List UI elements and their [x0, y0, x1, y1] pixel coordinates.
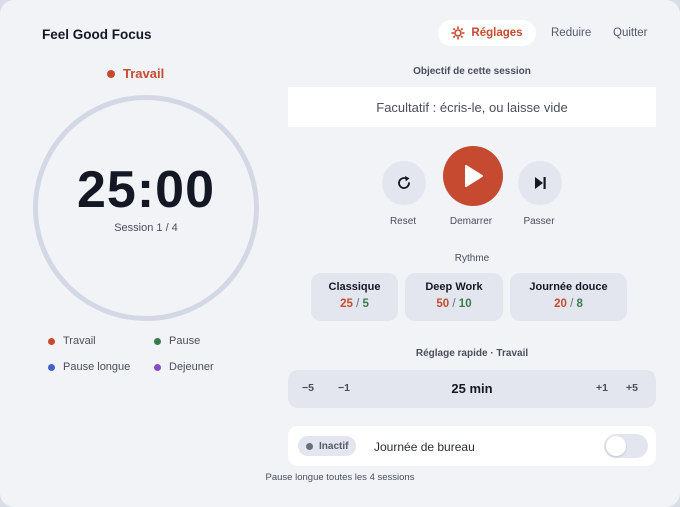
preset-pause: 5: [362, 298, 369, 310]
footer-note: Pause longue toutes les 4 sessions: [265, 472, 415, 483]
settings-button[interactable]: Réglages: [438, 20, 536, 46]
app-window: Feel Good Focus Réglages Reduire Quitter…: [0, 0, 680, 507]
session-counter: Session 1 / 4: [114, 222, 178, 234]
play-icon: [465, 165, 483, 187]
skip-label: Passer: [523, 216, 555, 227]
legend-dot-icon: [154, 363, 161, 371]
legend-item-dejeuner: Dejeuner: [154, 361, 214, 373]
office-day-toggle[interactable]: [604, 434, 648, 458]
preset-name: Deep Work: [425, 281, 483, 293]
mode-dot-icon: [107, 69, 115, 78]
preset-values: 50 / 10: [405, 298, 503, 310]
preset-work: 20: [554, 298, 567, 310]
goal-heading: Objectif de cette session: [413, 66, 531, 77]
quick-adjust-bar: −5 −1 25 min +1 +5: [288, 370, 656, 408]
settings-icon: [451, 26, 465, 40]
status-dot-icon: [306, 442, 313, 450]
office-day-row: Inactif Journée de bureau: [288, 426, 656, 466]
skip-button[interactable]: [518, 161, 562, 205]
legend-dot-icon: [48, 337, 55, 345]
app-title: Feel Good Focus: [42, 27, 152, 42]
preset-separator: /: [449, 298, 459, 310]
legend-item-pause-longue: Pause longue: [48, 361, 130, 373]
timer-mode: Travail: [107, 66, 164, 81]
preset-values: 20 / 8: [510, 298, 627, 310]
preset-pause: 10: [458, 298, 472, 310]
legend-label: Pause: [169, 335, 201, 347]
reduce-button[interactable]: Reduire: [551, 27, 591, 39]
preset-deep-work[interactable]: Deep Work 50 / 10: [405, 273, 503, 321]
quit-button[interactable]: Quitter: [613, 27, 648, 39]
legend-dot-icon: [48, 363, 55, 371]
plus-1-button[interactable]: +1: [596, 382, 608, 394]
legend-label: Dejeuner: [169, 361, 214, 373]
start-label: Demarrer: [449, 216, 493, 227]
preset-work: 50: [436, 298, 450, 310]
legend-dot-icon: [154, 337, 161, 345]
toggle-knob: [606, 436, 626, 456]
start-button[interactable]: [443, 146, 503, 206]
legend-item-travail: Travail: [48, 335, 96, 347]
preset-work: 25: [340, 298, 353, 310]
timer-display: 25:00: [77, 161, 215, 219]
preset-values: 25 / 5: [311, 298, 398, 310]
office-day-label: Journée de bureau: [374, 440, 475, 454]
goal-input[interactable]: [288, 87, 656, 127]
reset-label: Reset: [389, 216, 417, 227]
preset-name: Journée douce: [529, 281, 608, 293]
legend-label: Pause longue: [63, 361, 131, 373]
plus-5-button[interactable]: +5: [626, 382, 638, 394]
preset-classique[interactable]: Classique 25 / 5: [311, 273, 398, 321]
preset-name: Classique: [328, 281, 381, 293]
legend-item-pause: Pause: [154, 335, 200, 347]
reset-button[interactable]: [382, 161, 426, 205]
settings-label: Réglages: [471, 27, 523, 39]
quick-heading: Réglage rapide · Travail: [415, 348, 529, 359]
preset-pause: 8: [576, 298, 583, 310]
reset-icon: [398, 176, 410, 189]
skip-icon: [535, 177, 546, 189]
rhythm-heading: Rythme: [454, 253, 490, 264]
legend-label: Travail: [63, 335, 96, 347]
preset-journee-douce[interactable]: Journée douce 20 / 8: [510, 273, 627, 321]
status-badge: Inactif: [298, 436, 357, 456]
status-label: Inactif: [319, 440, 349, 452]
timer-mode-label: Travail: [123, 66, 165, 81]
